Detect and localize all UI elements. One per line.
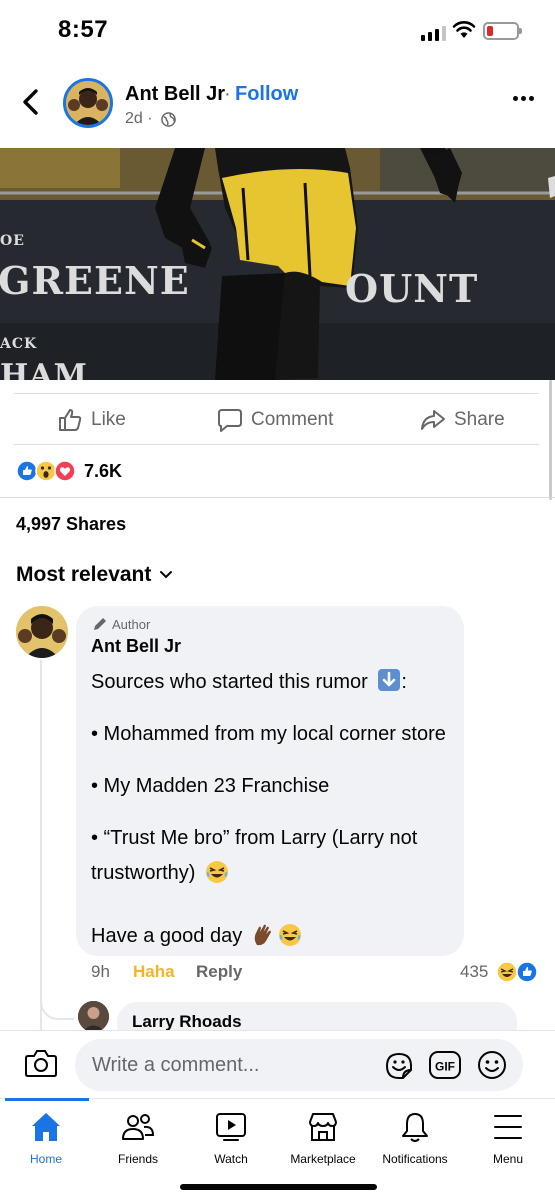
comment-text: Sources who started this rumor xyxy=(91,671,368,693)
comment-line: • Mohammed from my local corner store xyxy=(91,723,446,745)
tab-label: Home xyxy=(29,1152,62,1166)
divider xyxy=(14,444,539,445)
share-label: Share xyxy=(454,409,505,430)
comment-input-placeholder: Write a comment... xyxy=(92,1054,260,1076)
thread-line xyxy=(40,660,42,1030)
author-badge: Author xyxy=(92,616,150,632)
watch-icon xyxy=(216,1113,246,1141)
author-avatar[interactable] xyxy=(63,78,113,128)
haha-reaction-button[interactable]: Haha xyxy=(133,962,175,982)
post-photo[interactable]: GREENE OUNT OE ACK HAM xyxy=(0,148,555,380)
reaction-count[interactable]: 7.6K xyxy=(84,461,122,482)
gif-icon[interactable]: GIF xyxy=(428,1050,462,1080)
divider xyxy=(0,497,555,498)
reply-button[interactable]: Reply xyxy=(196,962,242,982)
tab-label: Notifications xyxy=(382,1152,448,1166)
laughing-emoji-icon xyxy=(278,924,301,946)
photo-text-greene: GREENE xyxy=(0,258,190,303)
divider xyxy=(14,393,539,394)
tab-label: Watch xyxy=(214,1152,248,1166)
back-arrow-icon[interactable] xyxy=(20,88,42,116)
battery-icon xyxy=(483,22,522,40)
tab-home[interactable]: Home xyxy=(0,1110,92,1166)
comment-text: : xyxy=(401,671,407,693)
emoji-icon[interactable] xyxy=(476,1049,508,1081)
reply-avatar[interactable] xyxy=(78,1001,109,1032)
photo-text-oe: OE xyxy=(0,233,25,249)
tab-friends[interactable]: Friends xyxy=(92,1110,184,1166)
tab-label: Marketplace xyxy=(290,1152,356,1166)
bell-icon xyxy=(402,1113,428,1142)
globe-icon xyxy=(161,112,176,127)
reaction-icons[interactable] xyxy=(16,460,78,482)
chevron-down-icon xyxy=(160,571,173,579)
post-timestamp: 2d · xyxy=(125,110,153,127)
comment-line: • My Madden 23 Franchise xyxy=(91,775,330,797)
comment-line: trustworthy) xyxy=(91,860,229,885)
comment-reaction-icons[interactable] xyxy=(496,960,540,984)
reply-author-name[interactable]: Larry Rhoads xyxy=(132,1012,242,1032)
tab-watch[interactable]: Watch xyxy=(185,1110,277,1166)
scrollbar[interactable] xyxy=(549,380,552,500)
photo-text-ount: OUNT xyxy=(345,266,479,311)
tab-marketplace[interactable]: Marketplace xyxy=(277,1110,369,1166)
shares-count[interactable]: 4,997 Shares xyxy=(16,514,126,535)
friends-icon xyxy=(122,1114,155,1140)
name-separator: · xyxy=(224,83,231,105)
tab-notifications[interactable]: Notifications xyxy=(369,1110,461,1166)
author-badge-label: Author xyxy=(112,616,151,632)
pencil-icon xyxy=(94,618,106,630)
svg-text:GIF: GIF xyxy=(435,1060,455,1074)
wifi-icon xyxy=(452,21,476,38)
photo-text-ham: HAM xyxy=(0,358,88,380)
commenter-avatar[interactable] xyxy=(16,606,68,658)
tab-label: Menu xyxy=(492,1152,524,1166)
active-tab-indicator xyxy=(5,1098,89,1101)
share-button[interactable]: Share xyxy=(420,407,505,433)
author-name[interactable]: Ant Bell Jr xyxy=(125,83,225,106)
comment-text: Have a good day xyxy=(91,925,243,947)
tab-label: Friends xyxy=(117,1152,158,1166)
comment-label: Comment xyxy=(251,409,334,430)
comment-sort-dropdown[interactable]: Most relevant xyxy=(16,563,173,587)
comment-line: Sources who started this rumor : xyxy=(91,668,407,694)
home-icon xyxy=(32,1113,60,1141)
share-arrow-icon xyxy=(421,410,445,430)
thread-connector xyxy=(40,980,74,1020)
down-arrow-emoji-icon xyxy=(378,669,401,691)
comment-button[interactable]: Comment xyxy=(217,407,333,433)
comment-time: 9h xyxy=(91,962,110,981)
camera-icon[interactable] xyxy=(24,1046,58,1080)
waving-hand-emoji-icon xyxy=(254,924,271,946)
menu-icon xyxy=(494,1115,522,1139)
like-label: Like xyxy=(91,409,126,430)
more-options-icon[interactable] xyxy=(513,96,534,101)
home-indicator xyxy=(180,1184,377,1190)
status-time: 8:57 xyxy=(58,16,109,43)
comment-text: trustworthy) xyxy=(91,862,196,884)
like-button[interactable]: Like xyxy=(57,407,126,433)
sticker-icon[interactable] xyxy=(383,1050,415,1082)
marketplace-icon xyxy=(309,1113,337,1141)
thumbs-up-icon xyxy=(59,409,82,431)
comment-bubble-icon xyxy=(218,409,242,432)
sort-label: Most relevant xyxy=(16,563,152,586)
photo-text-ack: ACK xyxy=(0,336,38,352)
follow-button[interactable]: Follow xyxy=(235,83,298,106)
comment-reaction-count[interactable]: 435 xyxy=(460,962,488,982)
comment-line: • “Trust Me bro” from Larry (Larry not xyxy=(91,827,418,849)
tab-menu[interactable]: Menu xyxy=(462,1110,554,1166)
comment-line: Have a good day xyxy=(91,923,302,948)
laughing-emoji-icon xyxy=(206,861,229,883)
cellular-signal-icon xyxy=(421,26,446,41)
commenter-name[interactable]: Ant Bell Jr xyxy=(91,636,181,657)
